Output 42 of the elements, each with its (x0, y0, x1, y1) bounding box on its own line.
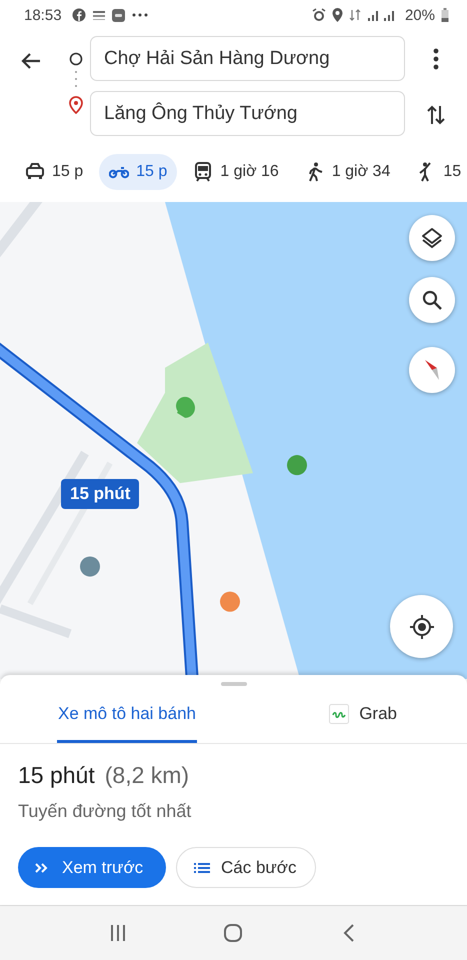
travel-mode-tab[interactable]: 15 (406, 154, 467, 190)
signal-icon (366, 9, 397, 21)
travel-mode-tab[interactable]: 15 p (25, 154, 94, 190)
facebook-icon (72, 8, 86, 22)
destination-pin-icon (69, 96, 83, 114)
duration-text: 15 phút (18, 762, 95, 789)
compass-icon (423, 358, 441, 382)
option-tab[interactable]: Xe mô tô hai bánh (57, 688, 197, 743)
chevron-left-icon (343, 923, 356, 943)
destination-field[interactable]: Lăng Ông Thủy Tướng (90, 91, 405, 136)
more-vert-icon (433, 48, 439, 70)
back-arrow-icon (21, 52, 41, 70)
travel-mode-tab[interactable]: 1 giờ 16 (183, 154, 289, 190)
train-icon (193, 162, 214, 182)
preview-button[interactable]: Xem trước (18, 847, 166, 888)
battery-icon (441, 8, 449, 22)
recent-apps-icon (108, 924, 127, 942)
search-icon (422, 290, 442, 310)
grab-logo-icon (329, 704, 350, 724)
option-tab[interactable]: Grab (230, 688, 467, 743)
travel-mode-tab[interactable]: 1 giờ 34 (294, 154, 400, 190)
status-time: 18:53 (24, 6, 62, 24)
alarm-icon (312, 8, 326, 22)
app-icon (92, 9, 106, 21)
battery-level: 20% (404, 6, 435, 24)
swap-arrows-icon (426, 104, 446, 126)
my-location-icon (408, 614, 434, 640)
origin-field[interactable]: Chợ Hải Sản Hàng Dương (90, 36, 405, 81)
more-icon (130, 12, 149, 18)
layers-icon (421, 227, 443, 249)
chat-app-icon (112, 8, 125, 22)
car-icon (25, 162, 45, 182)
data-icon (348, 8, 361, 22)
steps-button[interactable]: Các bước (176, 847, 316, 888)
route-time-label: 15 phút (61, 479, 140, 509)
home-icon (223, 923, 244, 943)
travel-mode-tab[interactable]: 15 p (99, 154, 178, 190)
distance-text: (8,2 km) (104, 762, 190, 789)
origin-circle-icon (69, 52, 83, 66)
location-icon (332, 8, 343, 22)
drag-handle[interactable] (220, 682, 246, 686)
route-note: Tuyến đường tốt nhất (18, 801, 192, 822)
